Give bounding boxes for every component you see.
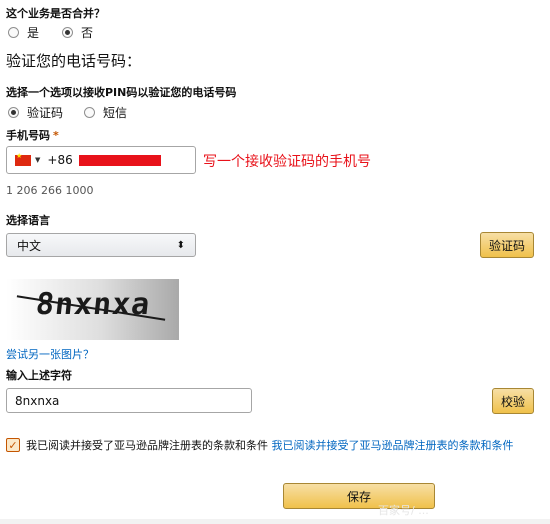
agreement-link[interactable]: 我已阅读并接受了亚马逊品牌注册表的条款和条件 [272,439,514,452]
char-input-label: 输入上述字符 [6,369,72,382]
merge-no-label: 否 [81,26,94,40]
phone-annotation: 写一个接收验证码的手机号 [203,154,371,170]
watermark: 百家号/ ... [378,504,429,517]
country-code: +86 [47,153,73,167]
language-select[interactable]: 中文 ⬍ [6,233,196,257]
redacted-phone-number [78,154,161,166]
captcha-retry-link[interactable]: 尝试另一张图片？ [6,346,94,362]
agreement-text: 我已阅读并接受了亚马逊品牌注册表的条款和条件 [26,439,268,452]
method-sms-radio[interactable] [84,107,95,118]
required-mark: * [53,129,59,142]
method-sms-label: 短信 [103,106,128,120]
phone-label: 手机号码 [6,129,50,142]
captcha-input-value: 8nxnxa [15,393,60,408]
merge-option-no[interactable]: 否 [62,24,93,41]
phone-input[interactable]: ▼ +86 [6,146,196,174]
select-arrows-icon: ⬍ [176,239,185,251]
method-option-voice[interactable]: 验证码 [8,104,63,121]
language-selected-value: 中文 [17,238,42,253]
phone-example: 1 206 266 1000 [6,184,94,197]
verify-code-button[interactable]: 验证码 [480,232,534,258]
merge-yes-label: 是 [27,26,40,40]
check-icon: ✓ [8,438,18,452]
agreement-checkbox[interactable]: ✓ [6,438,20,452]
captcha-input[interactable]: 8nxnxa [6,388,252,413]
captcha-image: 8nxnxa [6,279,179,340]
country-dropdown-icon[interactable]: ▼ [35,156,40,164]
method-voice-label: 验证码 [27,106,64,120]
china-flag-icon[interactable] [15,152,31,166]
merge-option-yes[interactable]: 是 [8,24,39,41]
phone-label-row: 手机号码 * [6,127,59,143]
footer-bar [0,519,550,524]
method-option-sms[interactable]: 短信 [84,104,127,121]
check-button[interactable]: 校验 [492,388,534,414]
verify-phone-title: 验证您的电话号码： [6,52,142,70]
captcha-text: 8nxnxa [34,287,153,322]
merge-no-radio[interactable] [62,27,73,38]
agreement-row: 我已阅读并接受了亚马逊品牌注册表的条款和条件 我已阅读并接受了亚马逊品牌注册表的… [26,437,514,453]
language-label: 选择语言 [6,214,50,227]
method-voice-radio[interactable] [8,107,19,118]
merge-yes-radio[interactable] [8,27,19,38]
merge-question-label: 这个业务是否合并？ [6,7,105,20]
verify-method-label: 选择一个选项以接收PIN码以验证您的电话号码 [6,86,237,99]
